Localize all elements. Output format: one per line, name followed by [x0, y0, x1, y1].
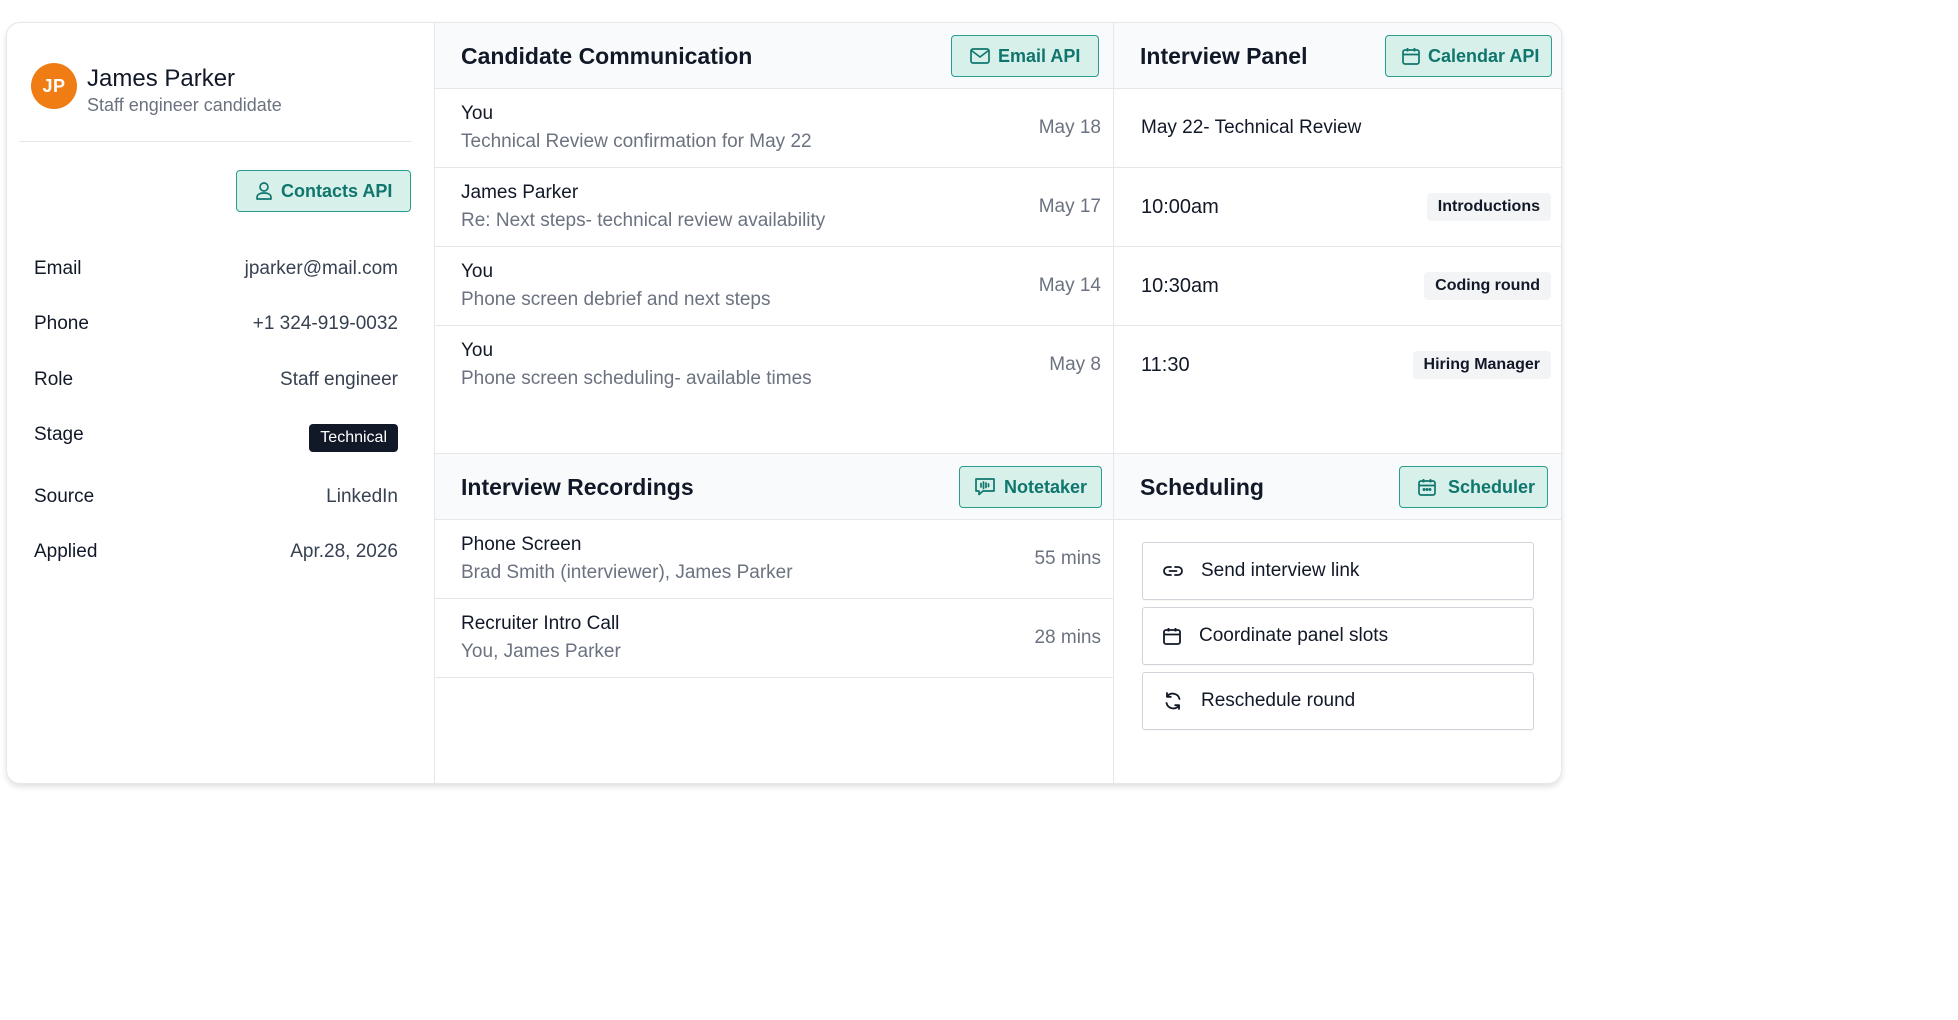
field-value-phone: +1 324-919-0032: [252, 313, 398, 334]
field-label-email: Email: [34, 258, 82, 279]
profile-divider: [19, 141, 412, 142]
interview-event-title: May 22- Technical Review: [1141, 117, 1362, 138]
field-value-source: LinkedIn: [326, 486, 398, 507]
contacts-api-label: Contacts API: [281, 180, 393, 201]
mail-icon: [970, 48, 990, 64]
slot-time: 11:30: [1141, 354, 1190, 376]
message-from: You: [461, 261, 494, 282]
message-date: May 14: [1038, 275, 1101, 296]
interview-slot-row[interactable]: 11:30 Hiring Manager: [1114, 326, 1561, 405]
communication-header: Candidate Communication Email API: [435, 23, 1113, 89]
slot-tag: Introductions: [1426, 193, 1551, 221]
calendar-api-button[interactable]: Calendar API: [1385, 35, 1553, 77]
email-api-label: Email API: [998, 45, 1081, 66]
calendar-api-label: Calendar API: [1428, 45, 1540, 66]
scheduling-title: Scheduling: [1140, 474, 1264, 500]
message-date: May 8: [1049, 354, 1101, 375]
recording-row[interactable]: Recruiter Intro Call You, James Parker 2…: [435, 599, 1113, 678]
contacts-api-button[interactable]: Contacts API: [236, 170, 412, 212]
send-interview-link-button[interactable]: Send interview link: [1142, 542, 1534, 600]
recordings-header: Interview Recordings Notetaker: [435, 454, 1113, 520]
candidate-subtitle: Staff engineer candidate: [87, 95, 282, 115]
scheduling-header: Scheduling Scheduler: [1114, 454, 1561, 520]
field-value-email: jparker@mail.com: [244, 258, 398, 279]
recording-participants: You, James Parker: [461, 641, 621, 662]
message-subject: Phone screen debrief and next steps: [461, 289, 771, 310]
calendar-icon: [1163, 628, 1181, 645]
link-icon: [1163, 566, 1183, 576]
calendar-icon: [1402, 48, 1420, 65]
field-label-phone: Phone: [34, 313, 89, 334]
interview-panel-header: Interview Panel Calendar API: [1114, 23, 1561, 89]
candidate-profile: JP James Parker Staff engineer candidate…: [7, 23, 435, 783]
field-label-applied: Applied: [34, 541, 98, 562]
message-row[interactable]: You Phone screen scheduling- available t…: [435, 326, 1113, 405]
communication-title: Candidate Communication: [461, 43, 753, 69]
stage-badge: Technical: [309, 424, 398, 452]
coordinate-panel-slots-button[interactable]: Coordinate panel slots: [1142, 607, 1534, 665]
field-label-source: Source: [34, 486, 95, 507]
action-label: Coordinate panel slots: [1199, 625, 1389, 646]
message-row[interactable]: You Technical Review confirmation for Ma…: [435, 89, 1113, 168]
scheduling-panel: Scheduling Scheduler Send interview link: [1114, 454, 1561, 783]
interview-panel-title: Interview Panel: [1140, 43, 1308, 69]
slot-tag: Coding round: [1424, 272, 1551, 300]
recordings-panel: Interview Recordings Notetaker Phone Scr…: [435, 454, 1114, 783]
interview-slot-row[interactable]: 10:30am Coding round: [1114, 247, 1561, 326]
recording-duration: 55 mins: [1034, 548, 1101, 569]
field-value-applied: Apr.28, 2026: [290, 541, 398, 562]
action-label: Send interview link: [1201, 560, 1360, 581]
recording-row[interactable]: Phone Screen Brad Smith (interviewer), J…: [435, 520, 1113, 599]
recording-duration: 28 mins: [1034, 627, 1101, 648]
refresh-icon: [1165, 692, 1181, 710]
interview-slot-row[interactable]: 10:00am Introductions: [1114, 168, 1561, 247]
message-from: You: [461, 340, 494, 361]
field-label-stage: Stage: [34, 424, 84, 445]
field-label-role: Role: [34, 369, 74, 390]
action-label: Reschedule round: [1201, 690, 1356, 711]
message-subject: Phone screen scheduling- available times: [461, 368, 812, 389]
message-subject: Re: Next steps- technical review availab…: [461, 210, 826, 231]
recording-title: Recruiter Intro Call: [461, 613, 620, 634]
field-value-role: Staff engineer: [280, 369, 398, 390]
recording-title: Phone Screen: [461, 534, 582, 555]
candidate-card: JP James Parker Staff engineer candidate…: [6, 22, 1562, 784]
message-from: James Parker: [461, 182, 579, 203]
slot-time: 10:00am: [1141, 196, 1219, 218]
reschedule-round-button[interactable]: Reschedule round: [1142, 672, 1534, 730]
notetaker-label: Notetaker: [1004, 476, 1088, 497]
user-icon: [256, 182, 272, 200]
interview-panel: Interview Panel Calendar API May 22- Tec…: [1114, 23, 1561, 454]
scheduler-button[interactable]: Scheduler: [1399, 466, 1549, 508]
message-row[interactable]: You Phone screen debrief and next steps …: [435, 247, 1113, 326]
recording-participants: Brad Smith (interviewer), James Parker: [461, 562, 793, 583]
notetaker-button[interactable]: Notetaker: [959, 466, 1103, 508]
scheduler-label: Scheduler: [1448, 476, 1536, 497]
notetaker-icon: [975, 478, 995, 496]
calendar-icon: [1418, 479, 1436, 496]
recordings-title: Interview Recordings: [461, 474, 694, 500]
interview-event-row: May 22- Technical Review: [1114, 89, 1561, 168]
slot-tag: Hiring Manager: [1412, 351, 1551, 379]
message-date: May 18: [1038, 117, 1101, 138]
avatar: JP: [31, 63, 77, 109]
message-subject: Technical Review confirmation for May 22: [461, 131, 812, 152]
email-api-button[interactable]: Email API: [951, 35, 1100, 77]
slot-time: 10:30am: [1141, 275, 1219, 297]
message-from: You: [461, 103, 494, 124]
communication-panel: Candidate Communication Email API You Te…: [435, 23, 1114, 454]
message-date: May 17: [1038, 196, 1101, 217]
message-row[interactable]: James Parker Re: Next steps- technical r…: [435, 168, 1113, 247]
candidate-name: James Parker: [87, 65, 236, 92]
